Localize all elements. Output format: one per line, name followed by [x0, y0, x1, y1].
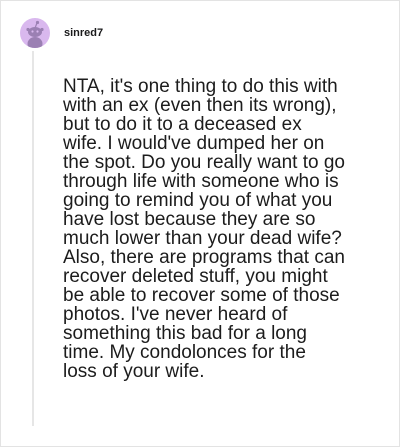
reddit-snoo-avatar-icon[interactable] [20, 18, 50, 48]
thread-line[interactable] [32, 51, 34, 426]
comment-username[interactable]: sinred7 [64, 27, 103, 39]
comment-card: sinred7 NTA, it's one thing to do this w… [0, 0, 400, 447]
comment-body: NTA, it's one thing to do this with with… [63, 76, 345, 382]
